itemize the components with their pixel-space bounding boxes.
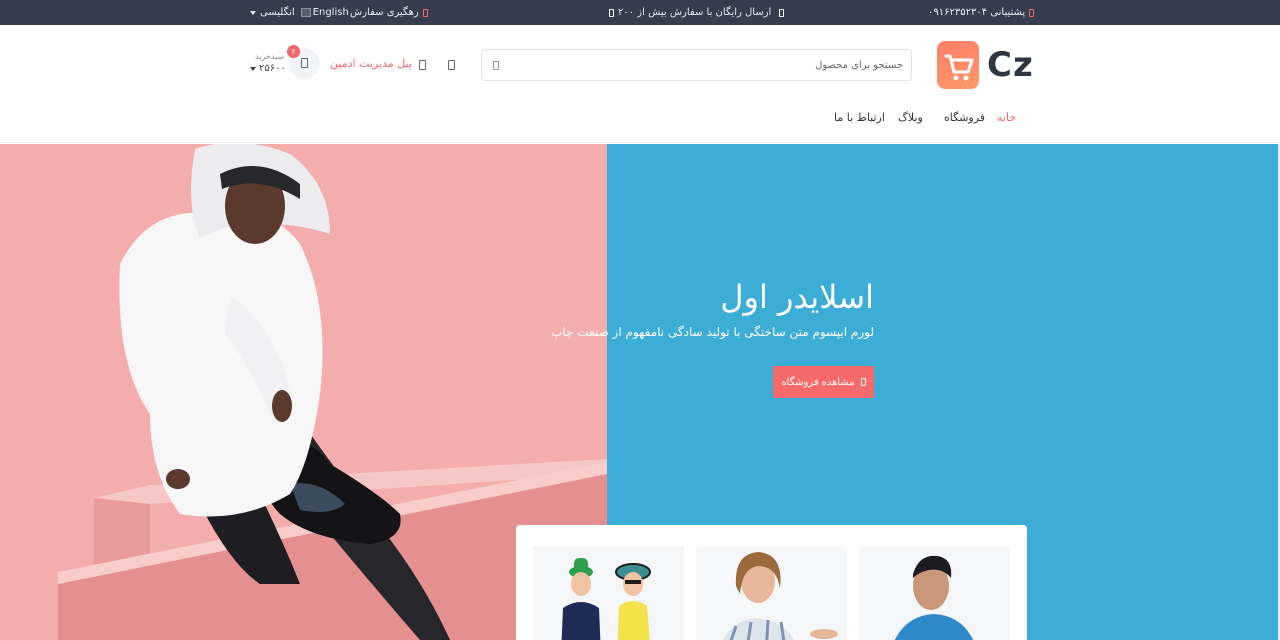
cart-total[interactable]: ۲۵۶۰۰ (250, 63, 286, 74)
site-header: Cz پنل مدیریت ادمین ۴ سبدخرید ۲۵۶۰۰ خانه… (0, 25, 1280, 143)
cart-logo-icon (937, 41, 979, 89)
wishlist-icon[interactable] (419, 60, 426, 70)
nav-contact[interactable]: ارتباط با ما (834, 111, 885, 127)
view-shop-button[interactable]: مشاهده فروشگاه (773, 366, 874, 398)
category-card-men[interactable] (859, 546, 1010, 640)
nav-blog[interactable]: وبلاگ (898, 111, 923, 127)
women-image (722, 552, 838, 640)
bag-icon (860, 378, 866, 386)
cart-label: سبدخرید (255, 52, 285, 61)
logo-text: Cz (987, 45, 1034, 85)
slide-title: اسلایدر اول (720, 278, 874, 316)
nav-home[interactable]: خانه (997, 111, 1016, 127)
hero-slider: اسلایدر اول لورم ایپسوم متن ساختگی با تو… (0, 144, 1280, 640)
gift-icon (609, 8, 614, 17)
flag-alt-text: English (312, 7, 349, 18)
top-bar: پشتیبانی ۰۹۱۶۲۳۵۲۳۰۴ ارسال رایگان با سفا… (0, 0, 1280, 25)
search-input[interactable] (510, 50, 905, 80)
location-icon (422, 8, 428, 17)
free-shipping-info: ارسال رایگان با سفارش بیش از ۲۰۰ (605, 0, 788, 25)
admin-panel-link[interactable]: پنل مدیریت ادمین (330, 57, 412, 70)
category-card-kids[interactable] (533, 546, 684, 640)
flag-icon (300, 8, 311, 17)
nav-shop[interactable]: فروشگاه (944, 111, 985, 127)
search-icon[interactable] (493, 61, 499, 70)
phone-icon (1029, 8, 1035, 17)
truck-icon (779, 8, 785, 17)
slide-subtitle: لورم ایپسوم متن ساختگی با تولید سادگی نا… (551, 325, 874, 339)
language-selector[interactable]: انگلیسی English (250, 0, 349, 25)
compare-icon[interactable] (448, 60, 455, 70)
free-shipping-text: ارسال رایگان با سفارش بیش از ۲۰۰ (618, 7, 772, 18)
chevron-down-icon (250, 66, 256, 71)
track-order-label: رهگیری سفارش (350, 7, 419, 18)
category-cards (516, 525, 1027, 640)
men-image (894, 555, 974, 640)
language-label: انگلیسی (260, 7, 295, 18)
cart-count-badge: ۴ (287, 45, 300, 58)
support-label: پشتیبانی ۰۹۱۶۲۳۵۲۳۰۴ (928, 7, 1026, 18)
cart-total-value: ۲۵۶۰۰ (259, 63, 286, 74)
site-logo[interactable]: Cz (937, 41, 1033, 89)
kids-image (561, 558, 651, 640)
track-order-link[interactable]: رهگیری سفارش (350, 0, 432, 25)
cart-icon (301, 58, 308, 68)
category-card-women[interactable] (696, 546, 847, 640)
search-box (481, 49, 912, 81)
view-shop-label: مشاهده فروشگاه (781, 376, 855, 388)
chevron-down-icon (250, 10, 256, 15)
support-info: پشتیبانی ۰۹۱۶۲۳۵۲۳۰۴ (928, 0, 1038, 25)
